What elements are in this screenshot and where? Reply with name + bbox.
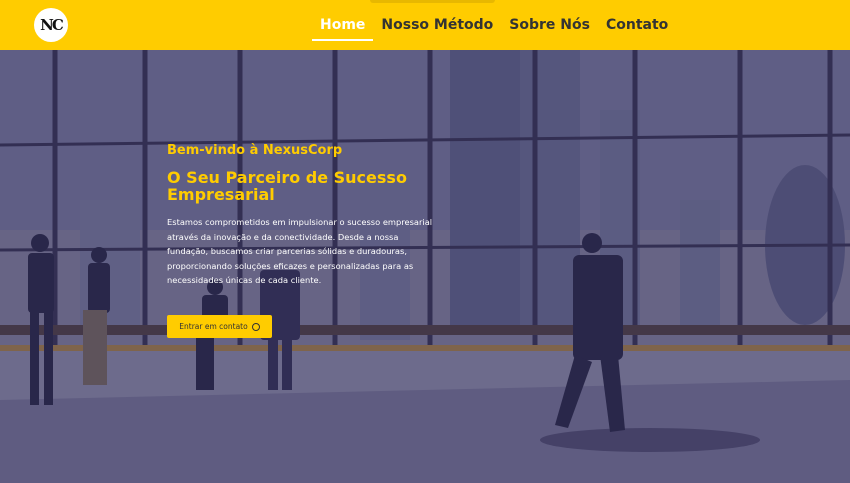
contact-button-label: Entrar em contato (179, 322, 248, 331)
whatsapp-icon (251, 322, 260, 331)
nav-item-sobre-nos[interactable]: Sobre Nós (501, 0, 598, 50)
logo-text: NC (40, 16, 64, 34)
nav-item-contato[interactable]: Contato (598, 0, 676, 50)
hero-welcome: Bem-vindo à NexusCorp (167, 143, 343, 158)
logo[interactable]: NC (34, 8, 68, 42)
main-nav: Home Nosso Método Sobre Nós Contato (312, 0, 676, 50)
hero-content: Bem-vindo à NexusCorp O Seu Parceiro de … (167, 143, 437, 288)
contact-button[interactable]: Entrar em contato (167, 315, 272, 338)
nav-item-home[interactable]: Home (312, 0, 374, 50)
hero-description: Estamos comprometidos em impulsionar o s… (167, 217, 433, 286)
site-header: NC Home Nosso Método Sobre Nós Contato (0, 0, 850, 50)
hero-headline: O Seu Parceiro de Sucesso Empresarial (167, 168, 407, 204)
nav-item-nosso-metodo[interactable]: Nosso Método (373, 0, 501, 50)
